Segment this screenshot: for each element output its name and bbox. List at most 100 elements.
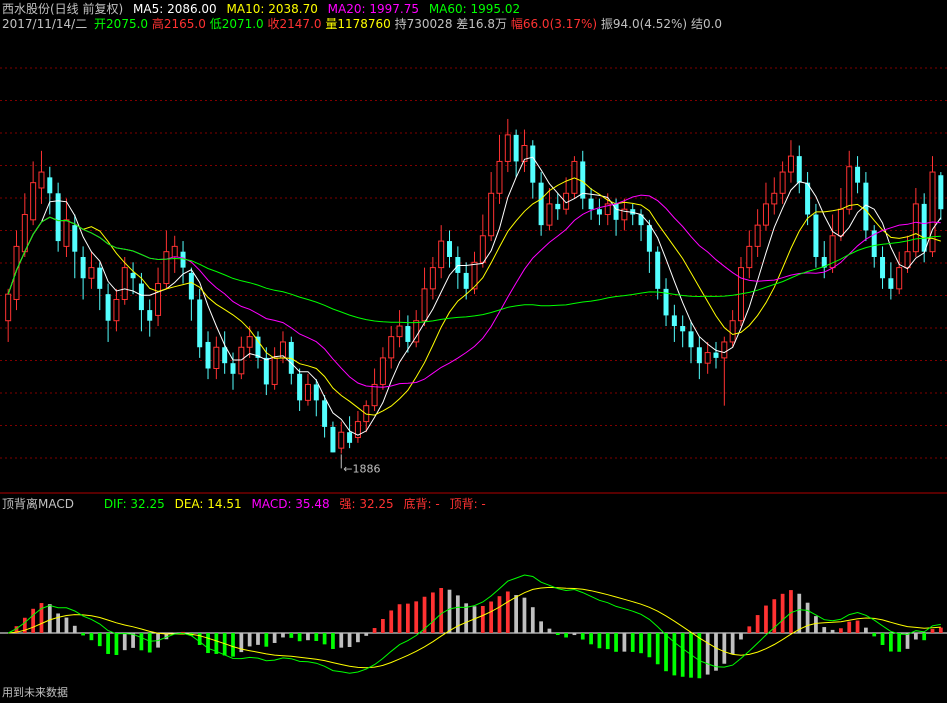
candle-body-up bbox=[896, 267, 903, 290]
candle-body-down bbox=[655, 251, 661, 289]
candle-body-up bbox=[304, 383, 311, 401]
candle-body-down bbox=[197, 299, 203, 348]
candle-body-up bbox=[30, 182, 37, 221]
candle-body-up bbox=[704, 352, 711, 364]
candle-body-up bbox=[388, 336, 395, 359]
candle-body-up bbox=[929, 171, 936, 253]
candle-body-down bbox=[646, 225, 652, 252]
candle-body-up bbox=[429, 267, 436, 290]
candle-body-up bbox=[213, 346, 220, 369]
top-divergence: 顶背: - bbox=[449, 497, 486, 511]
candle-body-down bbox=[588, 198, 594, 210]
ma20-value: MA20: 1997.75 bbox=[327, 2, 419, 16]
bottom-divergence: 底背: - bbox=[403, 497, 440, 511]
diff-value: 差16.8万 bbox=[456, 17, 508, 31]
candle-body-down bbox=[530, 145, 536, 183]
candle-body-up bbox=[729, 320, 736, 343]
low-value: 低2071.0 bbox=[209, 17, 264, 31]
candle-body-down bbox=[805, 182, 811, 215]
candle-body-down bbox=[888, 278, 894, 289]
header-row-1: 西水股份(日线 前复权) MA5: 2086.00 MA10: 2038.70 … bbox=[2, 2, 526, 16]
candle-body-up bbox=[779, 171, 786, 194]
candle-body-down bbox=[138, 283, 144, 311]
date-label: 2017/11/14/二 bbox=[2, 17, 88, 31]
candle-body-down bbox=[347, 432, 353, 443]
close-value: 收2147.0 bbox=[267, 17, 322, 31]
stock-name[interactable]: 西水股份(日线 前复权) bbox=[2, 2, 123, 16]
macd-footnote: 用到未来数据 bbox=[2, 686, 68, 699]
candle-body-up bbox=[504, 134, 511, 162]
candle-body-down bbox=[596, 209, 602, 215]
low-annotation-label: ←1886 bbox=[343, 462, 380, 475]
candle-body-down bbox=[80, 257, 86, 279]
candle-body-down bbox=[813, 214, 819, 257]
candle-body-down bbox=[796, 156, 802, 183]
candle-body-up bbox=[571, 160, 578, 194]
candle-body-up bbox=[546, 203, 553, 226]
candle-body-up bbox=[421, 288, 428, 322]
macd-indicator-name[interactable]: 顶背离MACD bbox=[2, 497, 74, 511]
candle-body-down bbox=[555, 203, 561, 210]
candle-body-down bbox=[938, 175, 944, 210]
candle-body-down bbox=[263, 357, 269, 385]
candle-body-down bbox=[447, 241, 453, 257]
hold-value: 持730028 bbox=[394, 17, 453, 31]
candle-body-up bbox=[837, 208, 844, 237]
candle-body-down bbox=[696, 347, 702, 364]
candle-body-down bbox=[455, 257, 461, 273]
ma10-line bbox=[7, 177, 941, 416]
candle-body-up bbox=[904, 251, 911, 269]
candle-body-up bbox=[754, 224, 761, 247]
candle-body-down bbox=[688, 331, 694, 348]
candle-body-up bbox=[121, 267, 128, 300]
candle-body-up bbox=[438, 240, 445, 269]
macd-header: 顶背离MACD DIF: 32.25 DEA: 14.51 MACD: 35.4… bbox=[2, 497, 492, 511]
candle-body-down bbox=[255, 336, 261, 358]
candle-body-up bbox=[88, 267, 95, 279]
candle-body-up bbox=[38, 171, 45, 189]
strong-value: 强: 32.25 bbox=[339, 497, 394, 511]
candle-body-down bbox=[205, 341, 211, 369]
candle-body-up bbox=[488, 192, 495, 237]
ma60-value: MA60: 1995.02 bbox=[428, 2, 521, 16]
candle-body-down bbox=[313, 384, 319, 401]
candle-body-up bbox=[113, 298, 120, 322]
candle-body-down bbox=[322, 400, 328, 427]
stock-chart[interactable]: ←1886 bbox=[0, 0, 947, 703]
high-value: 高2165.0 bbox=[151, 17, 206, 31]
candle-body-up bbox=[21, 214, 28, 253]
open-value: 开2075.0 bbox=[94, 17, 149, 31]
dif-value: DIF: 32.25 bbox=[103, 497, 165, 511]
candle-body-up bbox=[787, 155, 794, 173]
macd-value: MACD: 35.48 bbox=[251, 497, 330, 511]
ma5-value: MA5: 2086.00 bbox=[133, 2, 217, 16]
candle-body-up bbox=[171, 245, 178, 258]
candle-body-up bbox=[721, 341, 728, 359]
candle-body-up bbox=[371, 383, 378, 407]
candle-body-down bbox=[97, 267, 103, 289]
settle-value: 结0.0 bbox=[690, 17, 723, 31]
candle-body-up bbox=[155, 283, 162, 316]
candle-body-up bbox=[338, 431, 345, 449]
candle-body-up bbox=[163, 251, 170, 285]
candle-body-up bbox=[912, 203, 919, 253]
candle-body-down bbox=[671, 315, 677, 327]
candle-body-down bbox=[463, 272, 469, 289]
candle-body-up bbox=[746, 245, 753, 269]
candle-body-down bbox=[105, 294, 111, 321]
change-value: 幅66.0(3.17%) bbox=[510, 17, 598, 31]
candle-body-down bbox=[297, 373, 303, 401]
candle-body-down bbox=[222, 347, 228, 364]
candle-body-up bbox=[246, 336, 253, 348]
candle-body-down bbox=[921, 203, 927, 252]
header-row-2: 2017/11/14/二 开2075.0 高2165.0 低2071.0 收21… bbox=[2, 17, 728, 31]
candle-body-down bbox=[188, 272, 194, 300]
candle-body-down bbox=[513, 134, 519, 162]
candle-body-down bbox=[130, 272, 136, 279]
candle-body-down bbox=[855, 166, 861, 183]
candle-body-down bbox=[330, 426, 336, 453]
candle-body-down bbox=[72, 225, 78, 252]
candle-body-up bbox=[5, 293, 12, 322]
macd-layer bbox=[7, 574, 943, 679]
candle-body-down bbox=[713, 352, 719, 358]
